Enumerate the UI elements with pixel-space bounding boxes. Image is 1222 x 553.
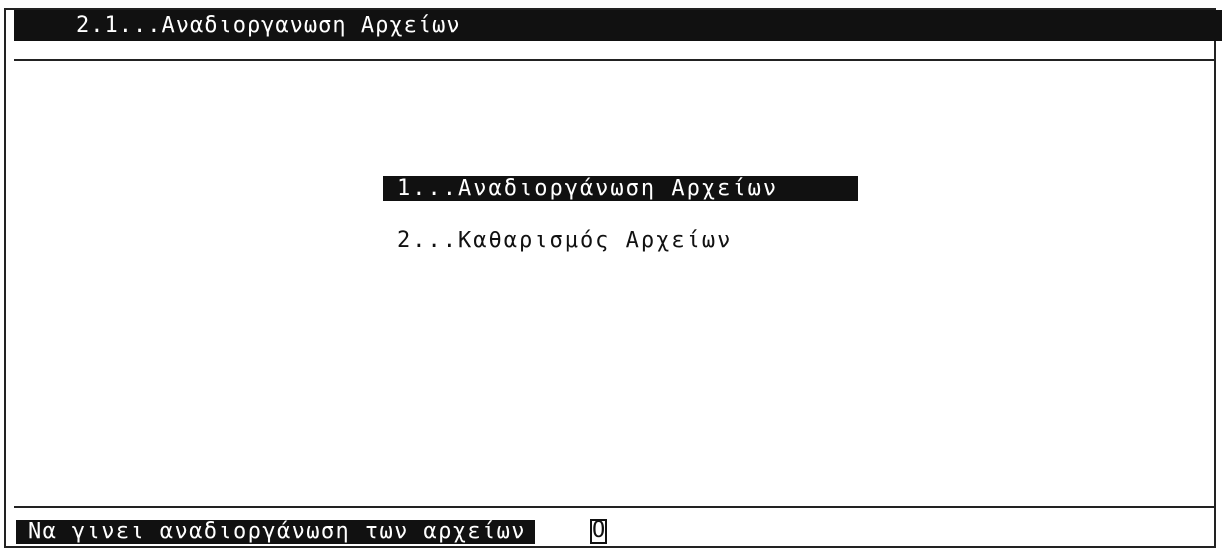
file-reorganization-menu: 1...Αναδιοργάνωση Αρχείων 2...Καθαρισμός… [383, 176, 858, 253]
menu-item-reorganize-files[interactable]: 1...Αναδιοργάνωση Αρχείων [383, 176, 858, 201]
title-divider [14, 59, 1216, 61]
menu-item-clean-files[interactable]: 2...Καθαρισμός Αρχείων [383, 228, 858, 253]
window-title: 2.1...Αναδιοργανωση Αρχείων [76, 13, 461, 38]
reorganize-confirmation-prompt: Να γινει αναδιοργάνωση των αρχείων [16, 520, 535, 544]
title-bar: 2.1...Αναδιοργανωση Αρχείων [14, 10, 1222, 41]
confirmation-input[interactable]: O [590, 519, 607, 544]
menu-item-label: 2...Καθαρισμός Αρχείων [397, 228, 733, 253]
prompt-label: Να γινει αναδιοργάνωση των αρχείων [28, 519, 526, 544]
confirmation-value: O [592, 518, 606, 543]
menu-item-label: 1...Αναδιοργάνωση Αρχείων [397, 176, 779, 201]
status-divider [14, 506, 1216, 508]
terminal-screen [4, 8, 1216, 548]
